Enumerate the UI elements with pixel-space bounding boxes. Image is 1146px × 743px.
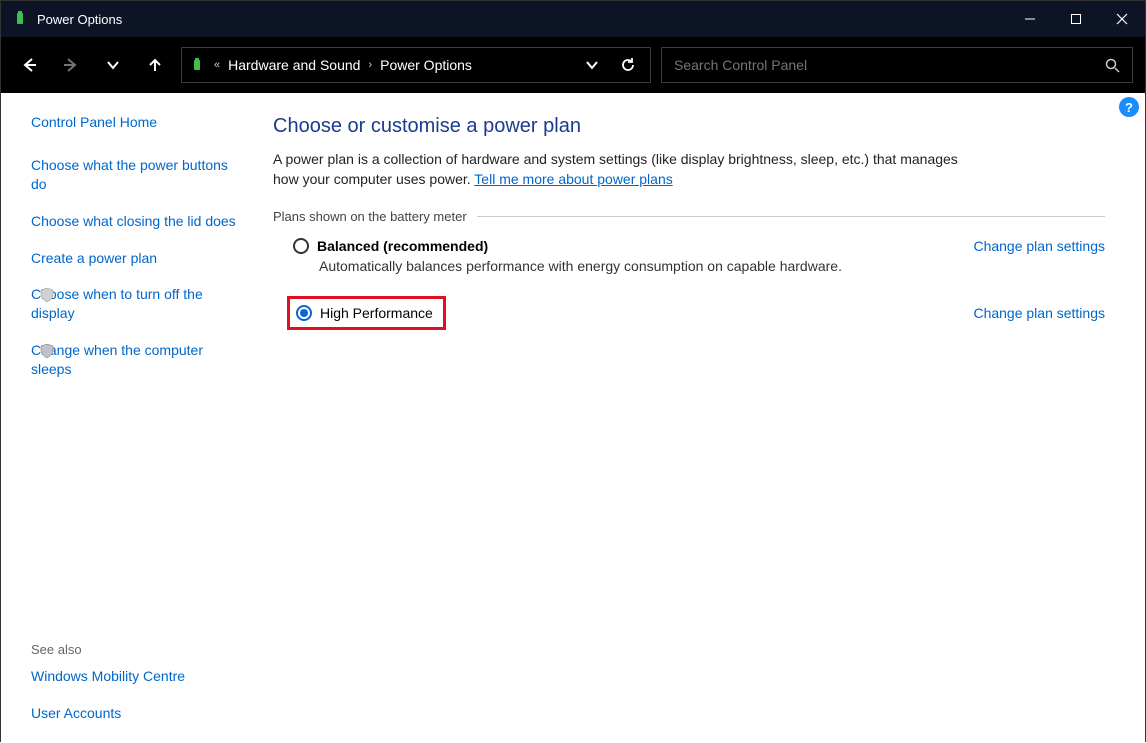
- search-box[interactable]: [661, 47, 1133, 83]
- window-title: Power Options: [37, 12, 1007, 27]
- radio-high-performance[interactable]: [296, 305, 312, 321]
- shield-icon: [39, 343, 55, 359]
- plan-name-label[interactable]: High Performance: [320, 305, 433, 321]
- learn-more-link[interactable]: Tell me more about power plans: [474, 171, 672, 187]
- see-also-user-accounts[interactable]: User Accounts: [31, 704, 231, 723]
- navigation-bar: « Hardware and Sound › Power Options: [1, 37, 1145, 93]
- search-input[interactable]: [674, 57, 1105, 73]
- minimize-button[interactable]: [1007, 1, 1053, 37]
- page-heading: Choose or customise a power plan: [273, 115, 1105, 138]
- see-also-header: See also: [31, 642, 231, 657]
- refresh-button[interactable]: [614, 57, 642, 73]
- breadcrumb-parent[interactable]: Hardware and Sound: [228, 57, 360, 73]
- search-icon: [1105, 58, 1120, 73]
- recent-dropdown[interactable]: [97, 49, 129, 81]
- see-also-mobility-centre[interactable]: Windows Mobility Centre: [31, 667, 231, 686]
- back-button[interactable]: [13, 49, 45, 81]
- sidebar-link-closing-lid[interactable]: Choose what closing the lid does: [31, 212, 247, 231]
- up-button[interactable]: [139, 49, 171, 81]
- radio-balanced[interactable]: [293, 238, 309, 254]
- sidebar: Control Panel Home Choose what the power…: [1, 93, 261, 743]
- app-icon: [13, 11, 29, 27]
- sidebar-link-power-buttons[interactable]: Choose what the power buttons do: [31, 156, 247, 194]
- maximize-button[interactable]: [1053, 1, 1099, 37]
- battery-icon: [190, 57, 206, 73]
- address-dropdown[interactable]: [578, 58, 606, 72]
- title-bar: Power Options: [1, 1, 1145, 37]
- change-plan-settings-link[interactable]: Change plan settings: [973, 238, 1105, 254]
- control-panel-home-link[interactable]: Control Panel Home: [31, 113, 247, 132]
- sidebar-link-computer-sleeps[interactable]: Change when the computer sleeps: [31, 341, 247, 379]
- sidebar-link-turn-off-display[interactable]: Choose when to turn off the display: [31, 285, 247, 323]
- address-bar[interactable]: « Hardware and Sound › Power Options: [181, 47, 651, 83]
- plan-name-label[interactable]: Balanced (recommended): [317, 238, 488, 254]
- close-button[interactable]: [1099, 1, 1145, 37]
- chevron-right-icon: ›: [368, 59, 372, 71]
- breadcrumb-current[interactable]: Power Options: [380, 57, 472, 73]
- plans-group-label: Plans shown on the battery meter: [273, 209, 1105, 224]
- see-also-section: See also Windows Mobility Centre User Ac…: [31, 642, 231, 723]
- page-description: A power plan is a collection of hardware…: [273, 150, 973, 189]
- change-plan-settings-link[interactable]: Change plan settings: [973, 305, 1105, 321]
- highlight-annotation: High Performance: [287, 296, 446, 330]
- plan-row-high-performance: High Performance Change plan settings: [273, 296, 1105, 330]
- shield-icon: [39, 287, 55, 303]
- plan-description: Automatically balances performance with …: [319, 258, 973, 274]
- chevron-left-icon: «: [214, 59, 220, 71]
- sidebar-link-create-plan[interactable]: Create a power plan: [31, 249, 247, 268]
- main-content: Choose or customise a power plan A power…: [261, 93, 1145, 743]
- forward-button[interactable]: [55, 49, 87, 81]
- plan-row-balanced: Balanced (recommended) Automatically bal…: [273, 238, 1105, 288]
